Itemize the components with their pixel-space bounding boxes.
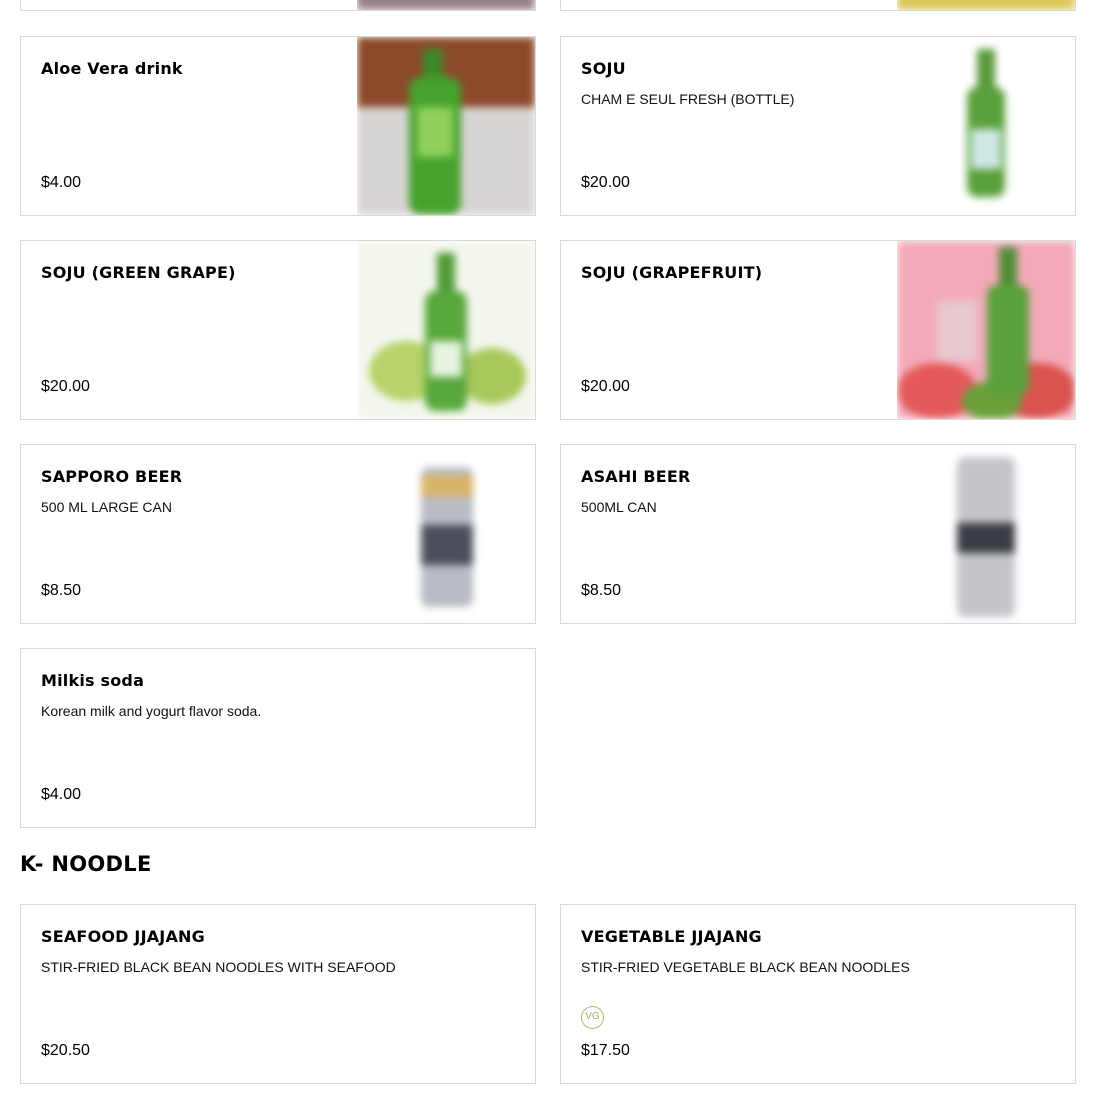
menu-item-card[interactable]: SOJU (GREEN GRAPE) $20.00	[20, 240, 536, 420]
menu-item-card[interactable]: SEAFOOD JJAJANG STIR-FRIED BLACK BEAN NO…	[20, 904, 536, 1084]
item-price: $17.50	[581, 1042, 630, 1059]
soju-bottle-photo	[897, 37, 1075, 215]
item-description: STIR-FRIED BLACK BEAN NOODLES WITH SEAFO…	[41, 959, 396, 975]
item-photo	[357, 0, 535, 10]
item-price: $4.00	[41, 174, 82, 191]
item-name: Milkis soda	[41, 671, 145, 690]
aloe-vera-bottle-photo	[357, 37, 535, 215]
menu-item-card-partial[interactable]	[560, 0, 1076, 11]
item-photo	[897, 0, 1075, 10]
item-price: $20.00	[581, 174, 630, 191]
menu-item-card[interactable]: VEGETABLE JJAJANG STIR-FRIED VEGETABLE B…	[560, 904, 1076, 1084]
item-description: 500 ML LARGE CAN	[41, 499, 172, 515]
item-price: $4.00	[41, 786, 82, 803]
item-price: $20.50	[41, 1042, 90, 1059]
sapporo-can-photo	[357, 445, 535, 623]
item-price: $8.50	[581, 582, 622, 599]
item-name: SEAFOOD JJAJANG	[41, 927, 205, 946]
item-description: STIR-FRIED VEGETABLE BLACK BEAN NOODLES	[581, 959, 910, 975]
item-name: SOJU (GREEN GRAPE)	[41, 263, 236, 282]
soju-green-grape-photo	[357, 241, 535, 419]
item-name: SOJU (GRAPEFRUIT)	[581, 263, 763, 282]
item-name: SOJU	[581, 59, 626, 78]
item-price: $8.50	[41, 582, 82, 599]
item-name: VEGETABLE JJAJANG	[581, 927, 762, 946]
item-description: Korean milk and yogurt flavor soda.	[41, 703, 262, 719]
vegan-badge: VG	[581, 1006, 604, 1029]
item-name: Aloe Vera drink	[41, 59, 183, 78]
item-description: CHAM E SEUL FRESH (BOTTLE)	[581, 91, 795, 107]
section-title: K- NOODLE	[20, 852, 152, 876]
menu-item-card[interactable]: SOJU CHAM E SEUL FRESH (BOTTLE) $20.00	[560, 36, 1076, 216]
menu-item-card-partial[interactable]	[20, 0, 536, 11]
asahi-can-photo	[897, 445, 1075, 623]
menu-item-card[interactable]: Aloe Vera drink $4.00	[20, 36, 536, 216]
item-name: SAPPORO BEER	[41, 467, 183, 486]
item-price: $20.00	[41, 378, 90, 395]
menu-item-card[interactable]: Milkis soda Korean milk and yogurt flavo…	[20, 648, 536, 828]
menu-item-card[interactable]: ASAHI BEER 500ML CAN $8.50	[560, 444, 1076, 624]
menu-item-card[interactable]: SOJU (GRAPEFRUIT) $20.00	[560, 240, 1076, 420]
menu-item-card[interactable]: SAPPORO BEER 500 ML LARGE CAN $8.50	[20, 444, 536, 624]
item-name: ASAHI BEER	[581, 467, 691, 486]
item-price: $20.00	[581, 378, 630, 395]
soju-grapefruit-photo	[897, 241, 1075, 419]
item-description: 500ML CAN	[581, 499, 657, 515]
